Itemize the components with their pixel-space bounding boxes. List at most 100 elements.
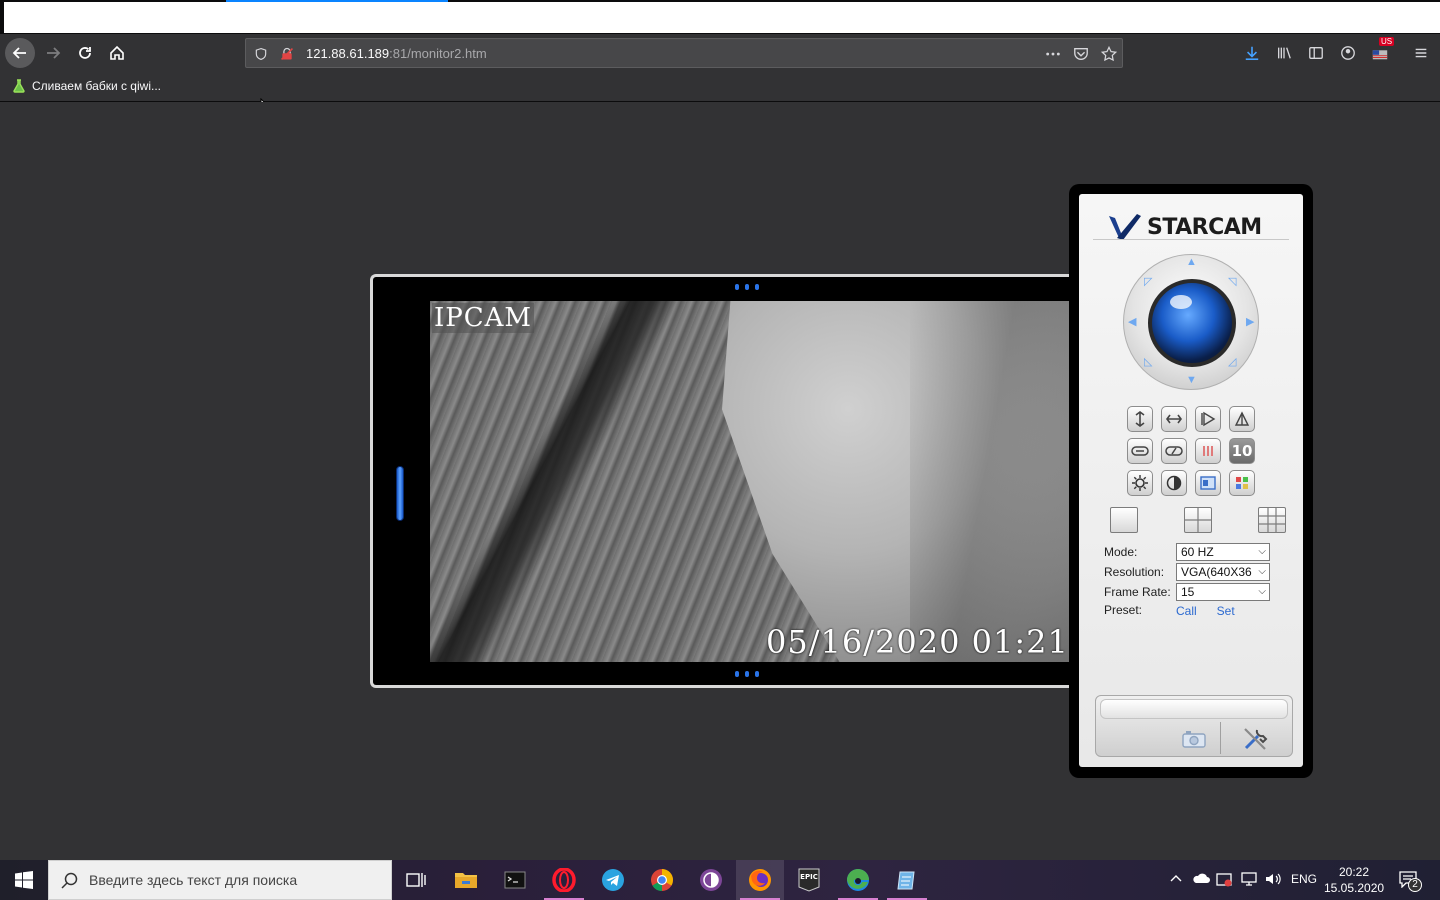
volume-icon[interactable] — [1264, 872, 1282, 889]
opera-app[interactable] — [540, 860, 588, 900]
ptz-up-right-icon[interactable]: ◹ — [1228, 277, 1236, 288]
osd-camera-name: IPCAM — [432, 303, 535, 333]
reload-icon — [79, 47, 91, 59]
url-text[interactable]: 121.88.61.189:81/monitor2.htm — [306, 46, 487, 61]
forward-button[interactable] — [38, 38, 68, 68]
address-bar[interactable]: 121.88.61.189:81/monitor2.htm — [245, 38, 1123, 68]
reload-button[interactable] — [70, 38, 100, 68]
home-button[interactable] — [102, 38, 132, 68]
ptz-up-icon[interactable]: ▲ — [1186, 257, 1197, 268]
back-button[interactable] — [5, 38, 35, 68]
page-actions-icon[interactable] — [1042, 45, 1064, 63]
ptz-down-right-icon[interactable]: ◿ — [1228, 357, 1236, 368]
preset-view-button[interactable] — [1195, 470, 1221, 496]
tor-icon — [700, 869, 722, 891]
ir-led-button[interactable] — [1195, 438, 1221, 464]
vertical-patrol-button[interactable] — [1229, 406, 1255, 432]
ptz-left-icon[interactable]: ◀ — [1128, 317, 1136, 328]
ptz-control-pad[interactable]: ▲ ▼ ◀ ▶ ◸ ◹ ◺ ◿ — [1123, 254, 1259, 390]
system-clock[interactable]: 20:22 15.05.2020 — [1324, 864, 1384, 896]
preset-label: Preset: — [1104, 603, 1143, 617]
horizontal-patrol-button[interactable] — [1195, 406, 1221, 432]
taskbar-search-box[interactable]: Введите здесь текст для поиска — [48, 860, 392, 900]
link-icon — [1131, 446, 1149, 456]
camera-video-feed[interactable]: IPCAM 05/16/2020 01:21:58 — [430, 301, 1072, 662]
action-bar-divider — [1220, 722, 1221, 754]
framerate-select[interactable]: 15 ⌵ — [1176, 583, 1270, 601]
telegram-icon — [602, 869, 624, 891]
bookmark-star-icon[interactable] — [1100, 45, 1118, 63]
io-on-button[interactable] — [1127, 438, 1153, 464]
flip-vertical-button[interactable] — [1127, 406, 1153, 432]
resolution-select[interactable]: VGA(640X36 ⌵ — [1176, 563, 1270, 581]
telegram-app[interactable] — [589, 860, 637, 900]
library-icon[interactable] — [1274, 43, 1294, 63]
zoom-slider-handle[interactable] — [396, 466, 404, 521]
lens-center-button[interactable] — [1148, 279, 1236, 367]
epic-games-app[interactable]: EPIC — [785, 860, 833, 900]
single-view-button[interactable] — [1110, 507, 1138, 533]
ptz-down-left-icon[interactable]: ◺ — [1144, 357, 1152, 368]
settings-button[interactable] — [1240, 724, 1270, 759]
task-view-button[interactable] — [392, 860, 440, 900]
nine-view-button[interactable] — [1258, 507, 1286, 533]
ptz-up-left-icon[interactable]: ◸ — [1144, 277, 1152, 288]
function-buttons: 10 — [1127, 406, 1255, 496]
svg-text:EPIC: EPIC — [800, 873, 818, 881]
top-resize-handle[interactable] — [735, 284, 759, 290]
notepad-app[interactable] — [883, 860, 931, 900]
snapshot-button[interactable] — [1182, 730, 1206, 753]
arrow-right-icon — [47, 47, 61, 59]
tab-area[interactable] — [4, 2, 1440, 33]
sun-icon — [1132, 475, 1148, 491]
onedrive-icon[interactable] — [1192, 872, 1210, 887]
home-icon — [110, 45, 124, 60]
contrast-button[interactable] — [1161, 470, 1187, 496]
account-icon[interactable] — [1338, 43, 1358, 63]
bookmark-item[interactable]: Сливаем бабки с qiwi... — [12, 79, 161, 93]
security-tray-icon[interactable] — [1216, 872, 1232, 891]
default-ten-button[interactable]: 10 — [1229, 438, 1255, 464]
vpn-extension-icon[interactable]: US — [1370, 37, 1395, 63]
menu-hamburger-icon[interactable] — [1411, 43, 1431, 63]
ptz-right-icon[interactable]: ▶ — [1246, 317, 1254, 328]
brightness-button[interactable] — [1127, 470, 1153, 496]
ptz-down-icon[interactable]: ▼ — [1186, 375, 1197, 386]
downloads-icon[interactable] — [1242, 43, 1262, 63]
sidebar-icon[interactable] — [1306, 43, 1326, 63]
tools-icon — [1244, 728, 1268, 750]
tab-strip — [0, 0, 1440, 34]
edge-app[interactable] — [834, 860, 882, 900]
shield-icon[interactable] — [252, 45, 270, 63]
chrome-app[interactable] — [638, 860, 686, 900]
bottom-resize-handle[interactable] — [735, 671, 759, 677]
window-icon — [1200, 476, 1216, 490]
tor-app[interactable] — [687, 860, 735, 900]
page-content: IPCAM 05/16/2020 01:21:58 STARCAM ▲ ▼ ◀ … — [0, 102, 1440, 860]
color-settings-button[interactable] — [1229, 470, 1255, 496]
tray-overflow-icon[interactable] — [1170, 872, 1182, 886]
brand-name: STARCAM — [1147, 214, 1262, 240]
insecure-lock-icon[interactable] — [278, 45, 296, 63]
preset-set-link[interactable]: Set — [1217, 604, 1235, 618]
preset-call-link[interactable]: Call — [1176, 604, 1197, 618]
start-button[interactable] — [0, 860, 48, 900]
framerate-label: Frame Rate: — [1104, 585, 1171, 599]
resolution-row: Resolution: VGA(640X36 ⌵ — [1104, 563, 1270, 581]
network-icon[interactable] — [1240, 872, 1258, 889]
terminal-app[interactable] — [491, 860, 539, 900]
quad-view-button[interactable] — [1184, 507, 1212, 533]
windows-logo-icon — [15, 871, 33, 889]
flip-horizontal-button[interactable] — [1161, 406, 1187, 432]
notepad-icon — [897, 871, 915, 890]
flask-icon — [13, 79, 25, 93]
language-indicator[interactable]: ENG — [1291, 872, 1317, 886]
mode-select[interactable]: 60 HZ ⌵ — [1176, 543, 1270, 561]
pocket-icon[interactable] — [1072, 45, 1090, 63]
firefox-app[interactable] — [736, 860, 784, 900]
arrow-left-icon — [12, 47, 26, 59]
action-center-icon[interactable]: 2 — [1398, 870, 1422, 892]
io-off-button[interactable] — [1161, 438, 1187, 464]
file-explorer-app[interactable] — [442, 860, 490, 900]
resolution-label: Resolution: — [1104, 565, 1165, 579]
